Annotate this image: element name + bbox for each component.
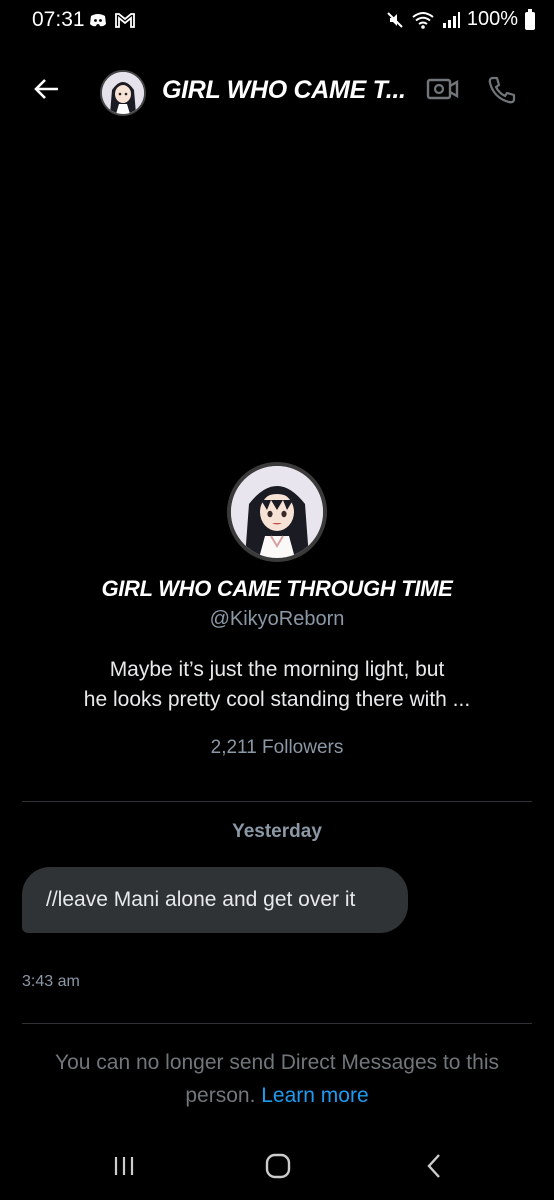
system-nav-bar — [0, 1140, 554, 1190]
nav-back-button[interactable] — [422, 1152, 446, 1185]
profile-bio: Maybe it’s just the morning light, but h… — [42, 655, 512, 715]
dm-disabled-notice: You can no longer send Direct Messages t… — [30, 1046, 524, 1112]
profile-bio-line: he looks pretty cool standing there with… — [83, 688, 471, 711]
profile-name: GIRL WHO CAME THROUGH TIME — [101, 576, 453, 601]
gmail-icon — [115, 13, 135, 28]
back-button[interactable] — [30, 72, 64, 106]
phone-call-button[interactable] — [486, 74, 518, 111]
status-right: 100% — [385, 8, 536, 31]
video-call-icon — [426, 78, 459, 100]
profile-avatar[interactable] — [227, 462, 327, 562]
divider — [22, 801, 532, 802]
back-arrow-icon — [34, 79, 58, 99]
header-title[interactable]: GIRL WHO CAME T... — [162, 76, 406, 105]
message-bubble[interactable]: //leave Mani alone and get over it — [22, 867, 408, 933]
status-bar: 07:31 100% — [0, 0, 554, 42]
recents-button[interactable] — [112, 1154, 136, 1183]
avatar-anime-girl-icon — [231, 466, 323, 558]
wifi-icon — [412, 11, 434, 29]
profile-handle: @KikyoReborn — [209, 608, 345, 630]
video-call-button[interactable] — [426, 74, 460, 109]
profile-summary[interactable]: GIRL WHO CAME THROUGH TIME @KikyoReborn … — [0, 462, 554, 759]
learn-more-link[interactable]: Learn more — [261, 1084, 368, 1107]
mute-icon — [387, 11, 403, 28]
profile-bio-line: Maybe it’s just the morning light, but — [109, 658, 445, 681]
header-avatar[interactable] — [100, 70, 146, 116]
discord-icon — [90, 14, 106, 27]
recents-icon — [114, 1157, 134, 1175]
message-timestamp: 3:43 am — [22, 973, 80, 990]
signal-icon — [442, 11, 460, 28]
divider — [22, 1023, 532, 1024]
home-icon — [265, 1153, 291, 1179]
chevron-left-icon — [427, 1154, 440, 1178]
battery-percent: 100% — [466, 8, 518, 30]
date-separator: Yesterday — [232, 821, 322, 842]
phone-call-icon — [488, 76, 516, 104]
conversation-header: GIRL WHO CAME T... — [0, 58, 554, 124]
home-button[interactable] — [264, 1152, 292, 1185]
battery-icon — [525, 8, 535, 30]
notification-icons — [88, 10, 136, 30]
status-time: 07:31 — [32, 8, 85, 31]
followers-count: 2,211 Followers — [210, 737, 344, 758]
avatar-anime-girl-icon — [102, 72, 144, 114]
